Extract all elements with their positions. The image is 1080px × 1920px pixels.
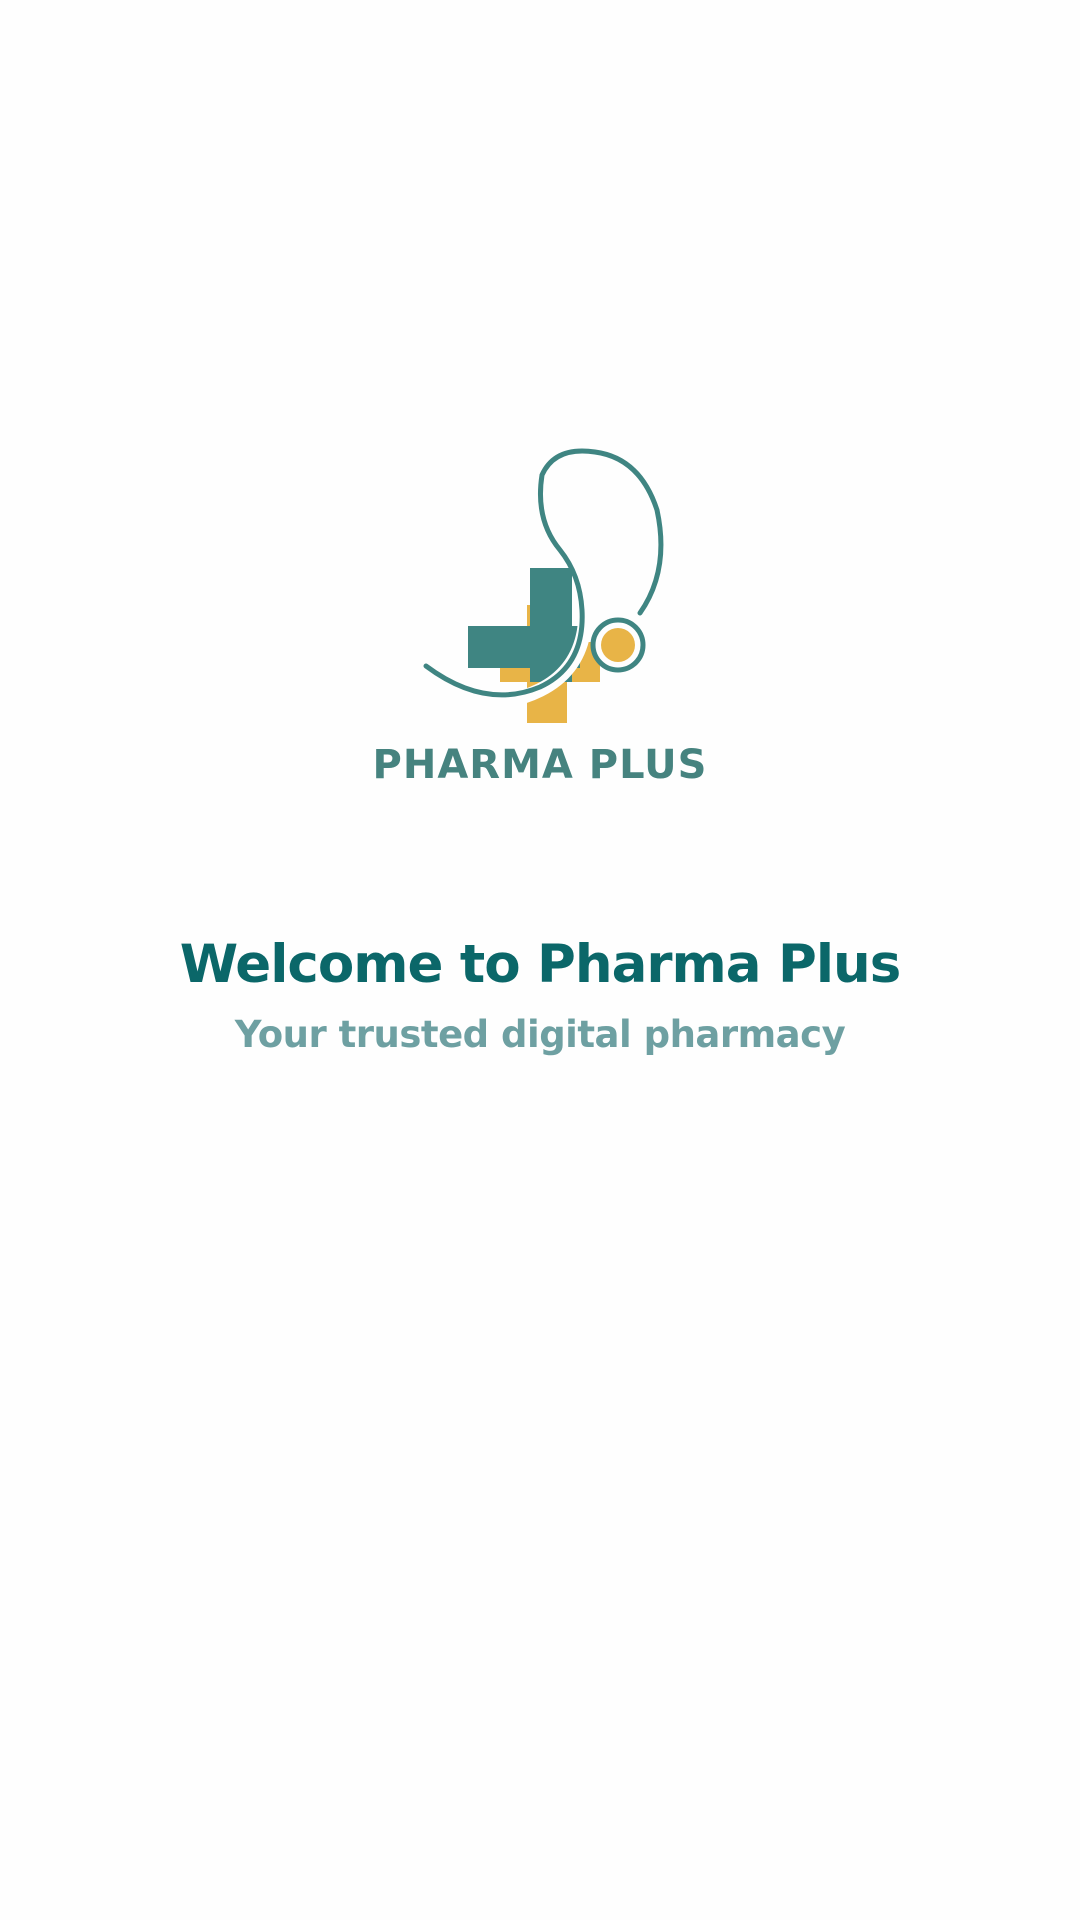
welcome-subtitle: Your trusted digital pharmacy [234, 1013, 846, 1056]
stethoscope-chestpiece-icon [590, 617, 646, 673]
logo-wordmark: PHARMA PLUS [373, 742, 708, 788]
welcome-title: Welcome to Pharma Plus [179, 934, 902, 995]
pharma-plus-logo: PHARMA PLUS [340, 440, 740, 790]
splash-screen: PHARMA PLUS Welcome to Pharma Plus Your … [0, 0, 1080, 1920]
